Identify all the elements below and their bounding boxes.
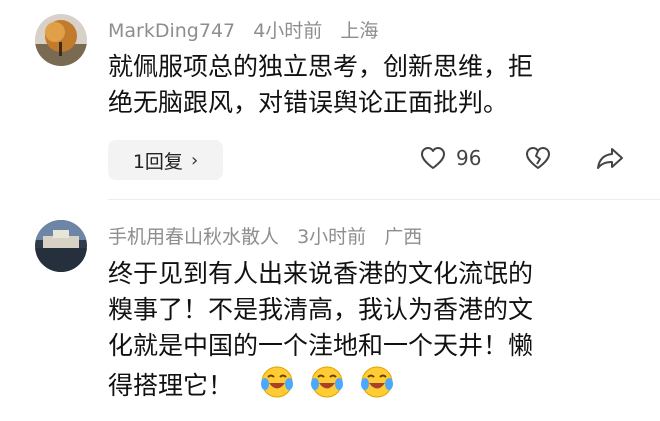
like-count: 96 (456, 146, 482, 170)
comment-text: 终于见到有人出来说香港的文化流氓的 糗事了！不是我清高，我认为香港的文 化就是中… (108, 256, 628, 410)
comment-text-line: 终于见到有人出来说香港的文化流氓的 (108, 259, 534, 288)
username[interactable]: MarkDing747 (108, 20, 235, 42)
comment-meta: MarkDing747 4小时前 上海 (108, 16, 390, 43)
reply-label: 1回复 (132, 150, 183, 173)
comment-item: 手机用春山秋水散人 3小时前 广西 终于见到有人出来说香港的文化流氓的 糗事了！… (0, 200, 660, 421)
avatar[interactable] (35, 14, 87, 66)
comment-item: MarkDing747 4小时前 上海 就佩服项总的独立思考，创新思维，拒 绝无… (0, 0, 660, 200)
timestamp: 3小时前 (297, 226, 367, 248)
laughing-crying-emoji (359, 364, 395, 410)
comment-text-line: 糗事了！不是我清高，我认为香港的文 (108, 295, 534, 324)
comment-text-line: 绝无脑跟风，对错误舆论正面批判。 (108, 88, 509, 117)
broken-heart-icon (525, 146, 551, 170)
share-icon (596, 146, 624, 170)
laughing-crying-emoji (309, 364, 345, 410)
chevron-right-icon: › (190, 149, 199, 171)
comment-text-line: 就佩服项总的独立思考，创新思维，拒 (108, 52, 534, 81)
comment-text-line: 得搭理它！ (108, 364, 628, 410)
comment-text: 就佩服项总的独立思考，创新思维，拒 绝无脑跟风，对错误舆论正面批判。 (108, 49, 628, 121)
laughing-crying-emoji (259, 364, 295, 410)
reply-button[interactable]: 1回复 › (108, 140, 223, 180)
like-button[interactable]: 96 (420, 146, 481, 170)
timestamp: 4小时前 (253, 20, 323, 42)
comment-text-line: 化就是中国的一个洼地和一个天井！懒 (108, 331, 534, 360)
dislike-button[interactable] (525, 146, 551, 170)
comment-meta: 手机用春山秋水散人 3小时前 广西 (108, 222, 434, 249)
share-button[interactable] (596, 146, 624, 170)
location: 上海 (340, 20, 379, 42)
location: 广西 (384, 226, 423, 248)
avatar[interactable] (35, 220, 87, 272)
username[interactable]: 手机用春山秋水散人 (108, 226, 279, 248)
emoji-group (259, 364, 401, 410)
heart-icon (420, 146, 446, 170)
comment-text-tail: 得搭理它！ (108, 371, 234, 400)
